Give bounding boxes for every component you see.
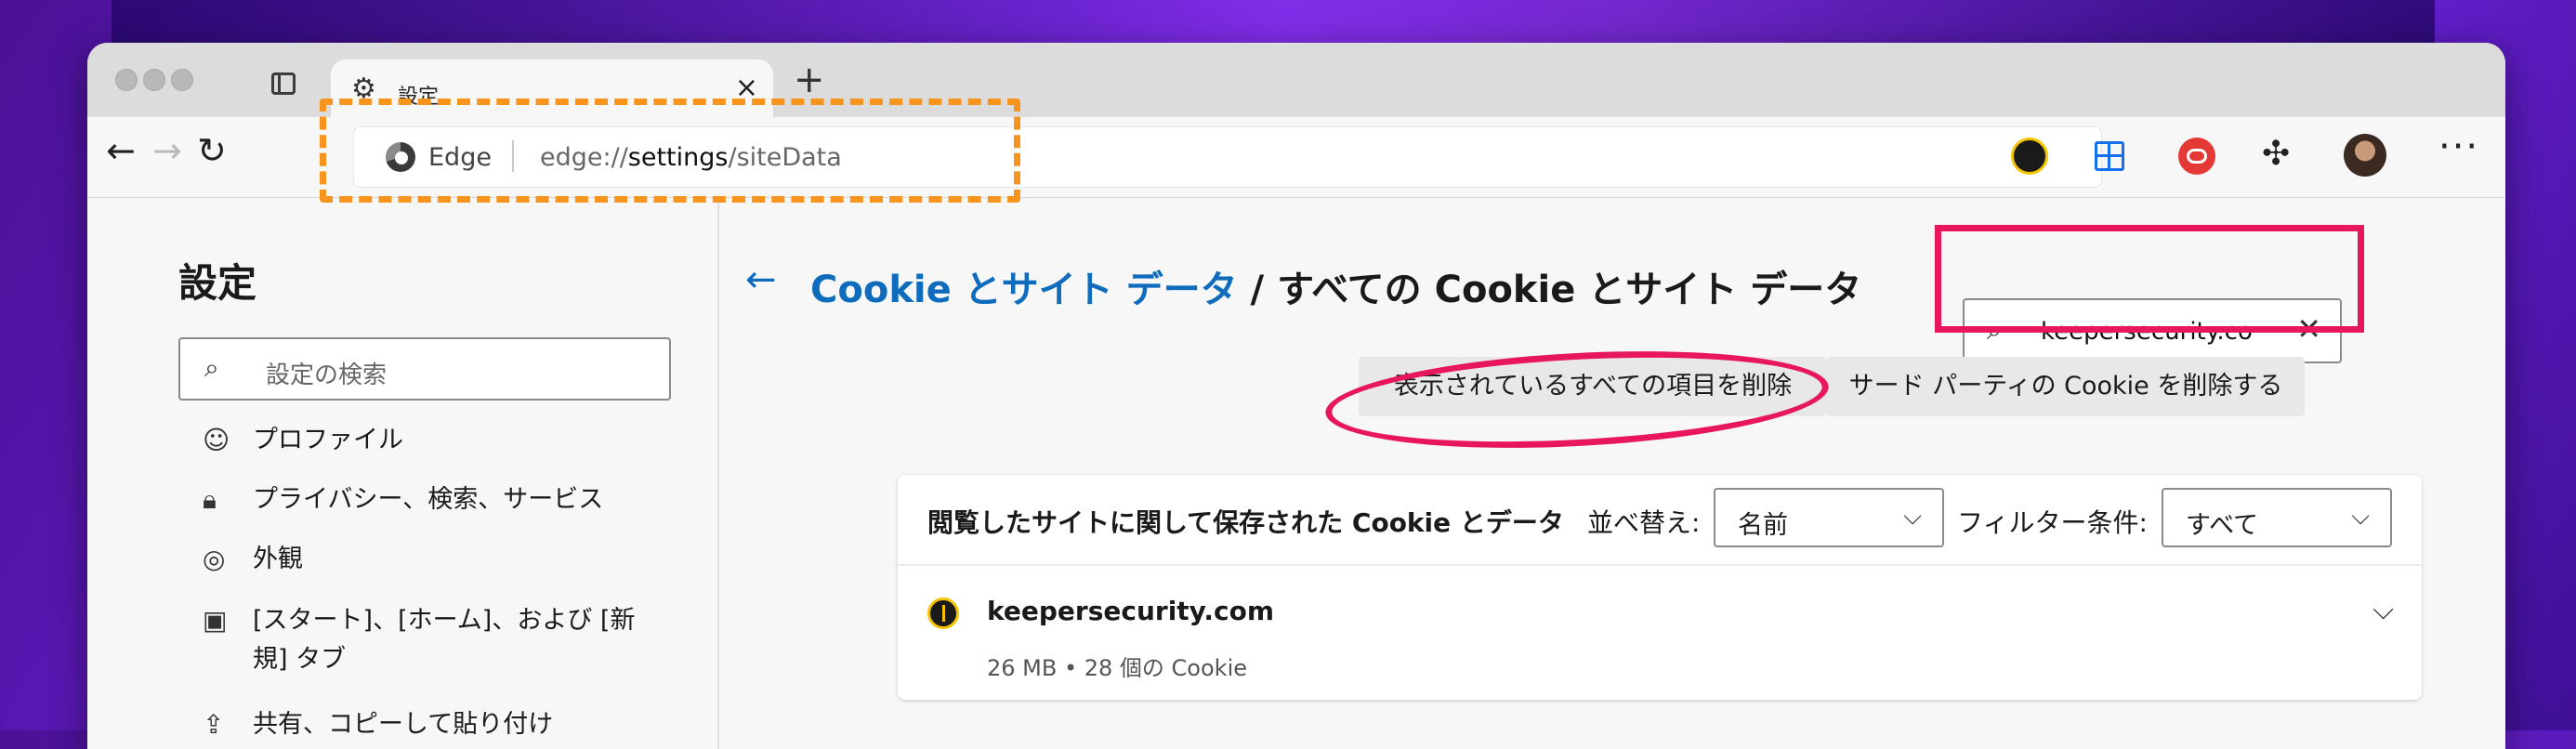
close-window-button[interactable] bbox=[115, 69, 138, 91]
sidebar-title: 設定 bbox=[178, 260, 257, 306]
site-name: keepersecurity.com bbox=[987, 596, 1274, 626]
chevron-down-icon[interactable]: ⌵ bbox=[2372, 594, 2394, 626]
breadcrumb-link[interactable]: Cookie とサイト データ bbox=[810, 269, 1238, 311]
tab-actions-icon[interactable] bbox=[271, 72, 296, 95]
extensions-icon[interactable]: ✣ bbox=[2262, 136, 2290, 173]
forward-icon[interactable]: → bbox=[152, 132, 182, 169]
filter-label: フィルター条件: bbox=[1957, 507, 2148, 538]
search-highlight bbox=[1935, 225, 2364, 333]
cookie-card: 閲覧したサイトに関して保存された Cookie とデータ 並べ替え: 名前 ⌵ … bbox=[898, 475, 2422, 700]
list-item[interactable]: keepersecurity.com 26 MB • 28 個の Cookie … bbox=[898, 566, 2422, 700]
back-arrow-icon[interactable]: ← bbox=[745, 261, 777, 298]
chevron-down-icon: ⌵ bbox=[2351, 503, 2370, 531]
red-extension-icon[interactable] bbox=[2178, 138, 2215, 175]
avatar[interactable] bbox=[2344, 134, 2386, 177]
breadcrumb: Cookie とサイト データ / すべての Cookie とサイト データ bbox=[810, 269, 1862, 311]
palette-icon: ◎ bbox=[203, 544, 226, 574]
chevron-down-icon: ⌵ bbox=[1903, 503, 1922, 531]
search-placeholder: 設定の検索 bbox=[266, 361, 388, 389]
share-icon: ⇪ bbox=[203, 709, 225, 740]
filter-select[interactable]: すべて ⌵ bbox=[2162, 488, 2392, 547]
keeper-favicon-icon bbox=[927, 598, 959, 629]
refresh-icon[interactable]: ↻ bbox=[197, 132, 227, 169]
zoom-window-button[interactable] bbox=[171, 69, 193, 91]
settings-search-input[interactable]: ⌕ 設定の検索 bbox=[178, 337, 671, 401]
grid-extension-icon[interactable] bbox=[2095, 141, 2124, 171]
more-menu-icon[interactable]: ··· bbox=[2438, 128, 2479, 165]
sort-label: 並べ替え: bbox=[1587, 507, 1701, 538]
new-tab-icon[interactable]: + bbox=[794, 61, 825, 99]
card-title: 閲覧したサイトに関して保存された Cookie とデータ bbox=[927, 507, 1564, 538]
newtab-icon: ▣ bbox=[203, 605, 228, 636]
profile-icon: ☺ bbox=[203, 425, 230, 455]
search-icon: ⌕ bbox=[204, 352, 219, 383]
back-icon[interactable]: ← bbox=[106, 132, 136, 169]
keeper-extension-icon[interactable] bbox=[2011, 138, 2048, 175]
card-header: 閲覧したサイトに関して保存された Cookie とデータ 並べ替え: 名前 ⌵ … bbox=[898, 475, 2422, 566]
settings-sidebar: 設定 ⌕ 設定の検索 ☺ プロファイル 🔒︎ プライバシー、検索、サービス ◎ … bbox=[87, 198, 719, 749]
minimize-window-button[interactable] bbox=[143, 69, 165, 91]
sort-select[interactable]: 名前 ⌵ bbox=[1714, 488, 1944, 547]
address-bar-highlight bbox=[320, 99, 1020, 203]
lock-icon: 🔒︎ bbox=[203, 484, 217, 515]
delete-third-party-cookies-button[interactable]: サード パーティの Cookie を削除する bbox=[1827, 357, 2305, 416]
page-title: すべての Cookie とサイト データ bbox=[1277, 269, 1862, 311]
site-meta: 26 MB • 28 個の Cookie bbox=[987, 655, 1248, 681]
